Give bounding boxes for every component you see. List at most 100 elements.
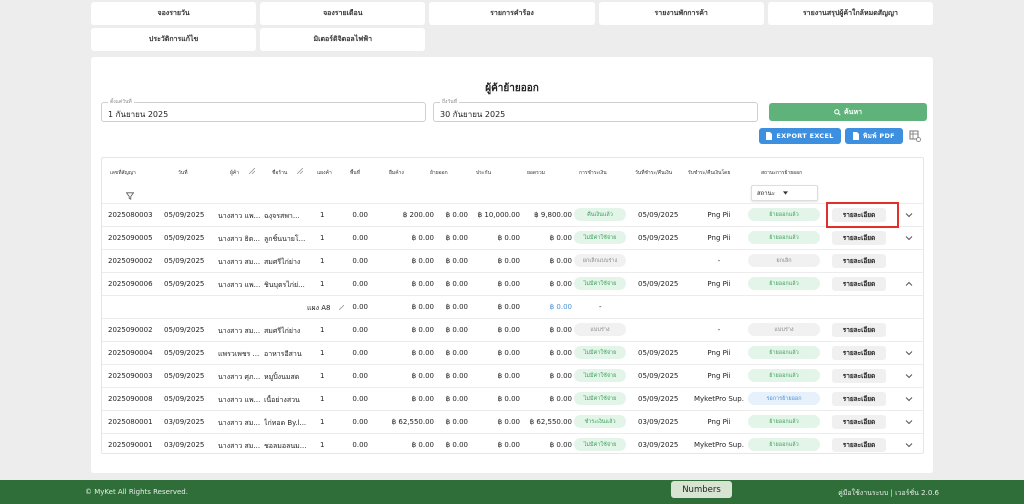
cell-paydate: 05/09/2025 (638, 372, 679, 380)
detail-button[interactable]: รายละเอียด (832, 254, 886, 268)
cell-vendor: นางสาว สม... (218, 258, 261, 266)
table-settings-icon[interactable] (909, 130, 921, 142)
detail-button[interactable]: รายละเอียด (832, 438, 886, 452)
detail-button[interactable]: รายละเอียด (832, 415, 886, 429)
numbers-tab[interactable]: Numbers (671, 481, 732, 498)
chevron-down-icon[interactable] (905, 441, 913, 449)
nav-daily-booking[interactable]: จองรายวัน (91, 2, 257, 25)
cell-stall: 1 (320, 441, 325, 449)
cell-total: ฿ 0.00 (549, 234, 572, 242)
cell-vendor: แพรวเพชร ... (218, 350, 260, 358)
nav-monthly-booking[interactable]: จองรายเดือน (260, 2, 426, 25)
status-filter-select[interactable]: สถานะ (751, 185, 818, 201)
moveout-table: เลขที่สัญญา วันที่ ผู้ค้า ชื่อร้าน แผงค้… (101, 157, 924, 454)
cell-moveout: ฿ 0.00 (445, 418, 468, 426)
col-area[interactable]: พื้นที่ (350, 169, 360, 177)
nav-contract-expiry-report[interactable]: รายงานสรุปผู้ค้าใกล้หมดสัญญา (767, 2, 933, 25)
nav-requests[interactable]: รายการคำร้อง (429, 2, 595, 25)
table-row: 2025080001 03/09/2025 นางสาว สม... ไก่ทอด B… (102, 410, 923, 432)
col-date[interactable]: วันที่ (178, 169, 188, 177)
cell-area: 0.00 (352, 303, 368, 311)
cell-owed: ฿ 0.00 (411, 303, 434, 311)
nav-digital-meter[interactable]: มิเตอร์ดิจิตอลไฟฟ้า (260, 28, 426, 51)
cell-owed: ฿ 0.00 (411, 441, 434, 449)
col-deposit[interactable]: ประกัน (476, 169, 491, 177)
detail-button[interactable]: รายละเอียด (832, 231, 886, 245)
cell-area: 0.00 (352, 257, 368, 265)
filter-icon[interactable] (126, 192, 134, 200)
cell-owed: ฿ 0.00 (411, 257, 434, 265)
end-date-field[interactable]: ถึงวันที่ 30 กันยายน 2025 (433, 98, 758, 122)
cell-shop: หมูปิ้งนมสด (264, 373, 300, 381)
copyright-text: © MyKet All Rights Reserved. (85, 488, 188, 496)
chevron-down-icon[interactable] (905, 349, 913, 357)
page-title: ผู้ค้าย้ายออก (485, 83, 539, 94)
cell-moveout: ฿ 0.00 (445, 395, 468, 403)
chevron-up-icon[interactable] (905, 280, 913, 288)
cell-shop: ไก่ทอด By.l... (264, 419, 307, 427)
resize-icon[interactable] (297, 168, 303, 174)
chevron-down-icon[interactable] (905, 395, 913, 403)
cell-moveout: ฿ 0.00 (445, 441, 468, 449)
cell-total: ฿ 0.00 (549, 326, 572, 334)
start-date-field[interactable]: ตั้งแต่วันที่ 1 กันยายน 2025 (101, 98, 426, 122)
col-contract[interactable]: เลขที่สัญญา (110, 169, 136, 177)
chevron-down-icon[interactable] (905, 211, 913, 219)
col-paydate[interactable]: วันที่ชำระ/คืนเงิน (635, 169, 672, 177)
cell-date: 05/09/2025 (164, 257, 205, 265)
cell-moveout: ฿ 0.00 (445, 234, 468, 242)
cell-contract: 2025090006 (108, 280, 153, 288)
cell-paydate: 03/09/2025 (638, 441, 679, 449)
cell-date: 03/09/2025 (164, 418, 205, 426)
cell-deposit: ฿ 0.00 (497, 441, 520, 449)
cell-stall: 1 (320, 418, 325, 426)
col-moveout-status[interactable]: สถานะการย้ายออก (761, 169, 802, 177)
detail-button[interactable]: รายละเอียด (832, 346, 886, 360)
manual-link[interactable]: คู่มือใช้งานระบบ | เวอร์ชั่น 2.0.6 (838, 488, 939, 499)
start-date-label: ตั้งแต่วันที่ (108, 98, 134, 106)
cell-payment: - (599, 303, 602, 311)
cell-paid-by: - (717, 326, 721, 334)
cell-deposit: ฿ 0.00 (497, 418, 520, 426)
search-button[interactable]: ค้นหา (769, 103, 927, 121)
col-total[interactable]: ยอดรวม (527, 169, 545, 177)
print-pdf-button[interactable]: พิมพ์ PDF (845, 128, 903, 144)
nav-suspension-report[interactable]: รายงานพักการค้า (598, 2, 764, 25)
cell-contract: 2025090005 (108, 234, 153, 242)
cell-total: ฿ 0.00 (549, 303, 572, 311)
cell-owed: ฿ 0.00 (411, 349, 434, 357)
cell-area: 0.00 (352, 211, 368, 219)
cell-moveout: ฿ 0.00 (445, 280, 468, 288)
chevron-down-icon[interactable] (905, 234, 913, 242)
cell-deposit: ฿ 0.00 (497, 257, 520, 265)
col-owed[interactable]: ยืมค้าง (389, 169, 404, 177)
cell-paydate: 05/09/2025 (638, 349, 679, 357)
resize-icon[interactable] (249, 168, 255, 174)
col-vendor[interactable]: ผู้ค้า (230, 169, 239, 177)
status-filter-value: สถานะ (757, 190, 775, 197)
cell-shop: ชอลมอลนม... (264, 442, 307, 450)
table-row: 2025090003 05/09/2025 นางสาว ศุภ... หมูปิ้ง… (102, 364, 923, 386)
detail-button[interactable]: รายละเอียด (832, 392, 886, 406)
col-paid-by[interactable]: รับชำระ/คืนเงินโดย (688, 169, 730, 177)
detail-button[interactable]: รายละเอียด (832, 323, 886, 337)
detail-button[interactable]: รายละเอียด (832, 369, 886, 383)
export-excel-button[interactable]: EXPORT EXCEL (759, 128, 841, 144)
cell-contract: 2025090008 (108, 395, 153, 403)
cell-date: 05/09/2025 (164, 234, 205, 242)
cell-contract: 2025080001 (108, 418, 153, 426)
col-stall[interactable]: แผงค้า (317, 169, 332, 177)
nav-edit-history[interactable]: ประวัติการแก้ไข (91, 28, 257, 51)
col-moveout[interactable]: ย้ายออก (430, 169, 448, 177)
chevron-down-icon[interactable] (905, 372, 913, 380)
chevron-down-icon[interactable] (905, 418, 913, 426)
cell-deposit: ฿ 0.00 (497, 326, 520, 334)
caret-down-icon (783, 191, 788, 195)
col-shop[interactable]: ชื่อร้าน (272, 169, 287, 177)
detail-button[interactable]: รายละเอียด (832, 277, 886, 291)
cell-date: 05/09/2025 (164, 326, 205, 334)
col-payment[interactable]: การชำระเงิน (579, 169, 607, 177)
cell-owed: ฿ 200.00 (402, 211, 434, 219)
cell-paid-by: Png Pii (707, 211, 731, 219)
cell-stall: 1 (320, 349, 325, 357)
